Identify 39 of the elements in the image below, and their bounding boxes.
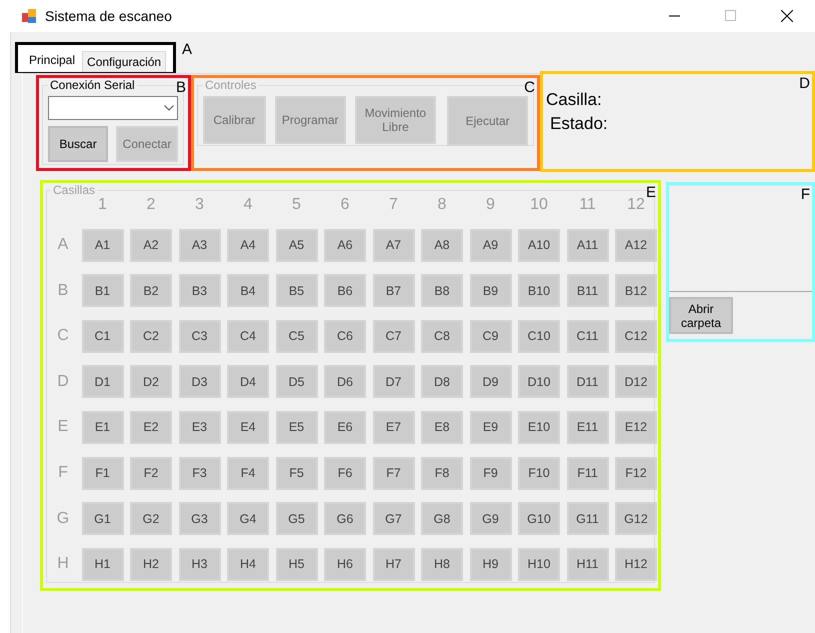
column-number: 2 bbox=[146, 195, 156, 215]
column-number: 7 bbox=[388, 195, 399, 215]
column-number: 9 bbox=[485, 195, 496, 215]
tab[interactable]: Configuración bbox=[82, 51, 166, 72]
status-label: Estado: bbox=[549, 113, 609, 135]
chevron-icon bbox=[164, 105, 174, 111]
column-number: 5 bbox=[291, 195, 302, 215]
group-title: Conexión Serial bbox=[49, 78, 136, 92]
group-title: Controles bbox=[204, 78, 258, 92]
row-letter: F bbox=[57, 463, 69, 484]
annotation-letter: E bbox=[646, 185, 656, 200]
column-number: 11 bbox=[578, 195, 597, 215]
open-folder-button[interactable]: Abrir carpeta bbox=[669, 297, 733, 334]
row-letter: D bbox=[56, 372, 70, 392]
row-letter: E bbox=[56, 417, 70, 438]
column-number: 12 bbox=[626, 195, 646, 215]
column-number: 3 bbox=[194, 195, 205, 215]
port-dropdown[interactable] bbox=[48, 96, 178, 120]
column-number: 4 bbox=[242, 195, 254, 215]
status-label: Casilla: bbox=[546, 89, 603, 111]
group-title: Casillas bbox=[52, 183, 96, 197]
row-letter: H bbox=[56, 554, 70, 574]
annotation-letter: D bbox=[799, 76, 810, 91]
annotation-letter: F bbox=[800, 187, 810, 202]
column-number: 8 bbox=[436, 195, 448, 215]
column-number: 10 bbox=[529, 195, 549, 215]
annotation-letter: B bbox=[176, 80, 186, 95]
window-title: Sistema de escaneo bbox=[45, 8, 173, 24]
app-icon bbox=[21, 8, 37, 24]
close-icon[interactable] bbox=[781, 10, 793, 22]
column-number: 6 bbox=[340, 195, 350, 215]
annotation-letter: A bbox=[182, 42, 192, 57]
annotation-letter: C bbox=[524, 80, 535, 95]
row-letter: A bbox=[56, 235, 70, 256]
column-number: 1 bbox=[97, 195, 108, 215]
row-letter: C bbox=[56, 326, 70, 346]
serial-button[interactable]: Buscar bbox=[48, 126, 108, 162]
row-letter: B bbox=[56, 280, 70, 301]
row-letter: G bbox=[56, 508, 70, 529]
